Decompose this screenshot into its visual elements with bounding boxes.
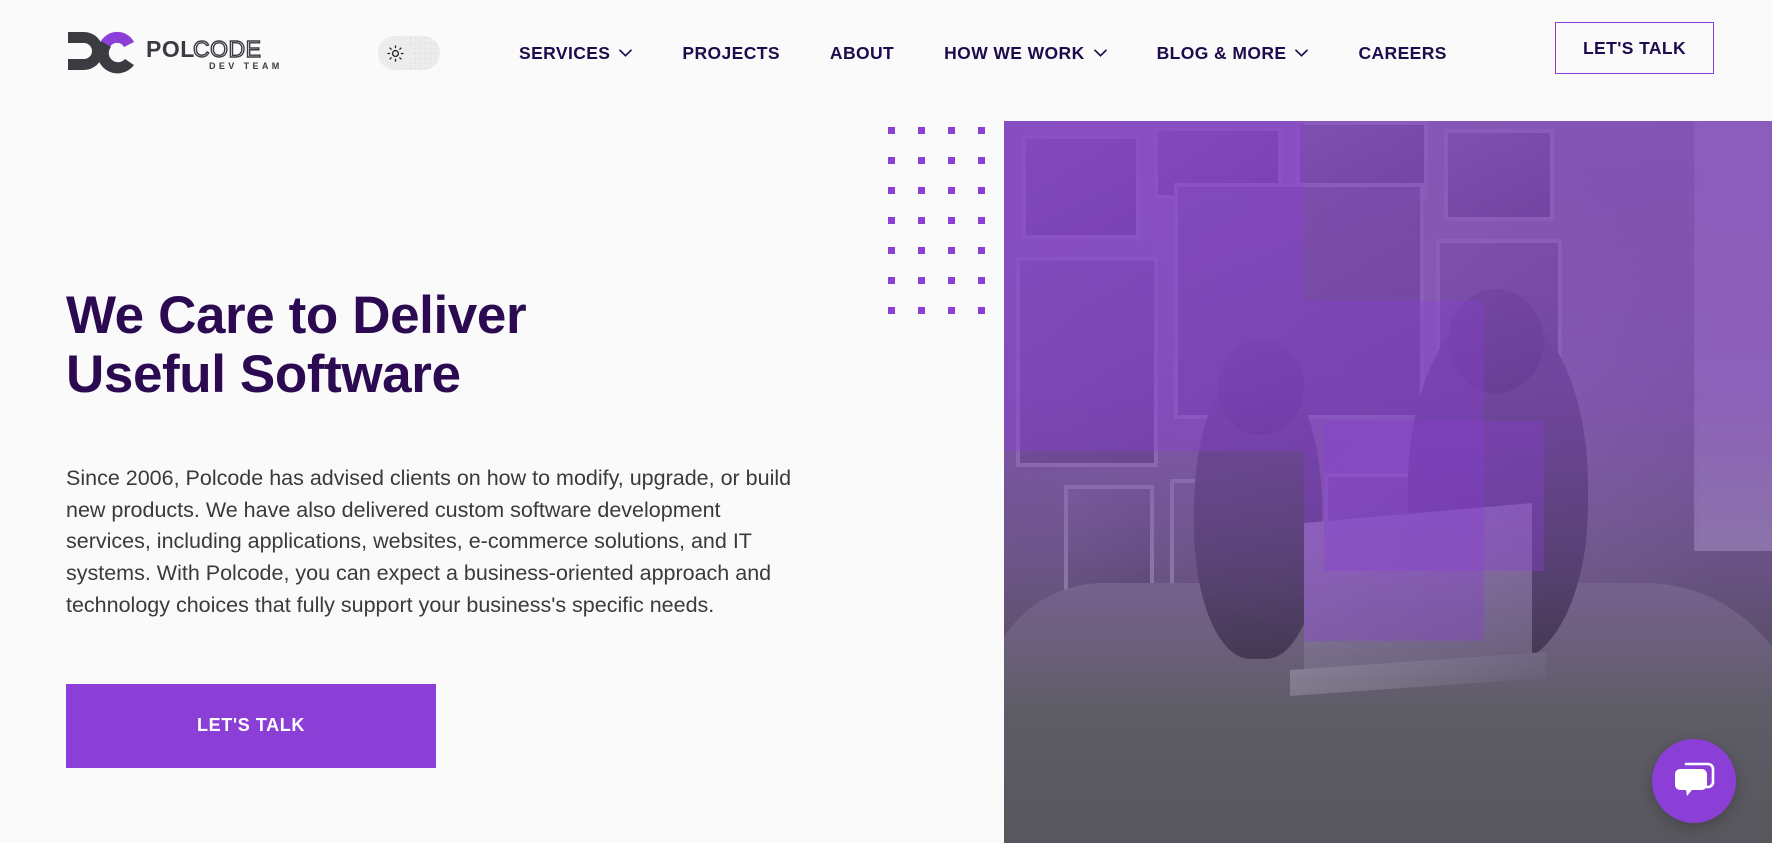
dot	[978, 277, 985, 284]
dot	[918, 217, 925, 224]
site-header: POL CODE DEV TEAM SERVICES PROJECTS ABOU…	[0, 0, 1772, 106]
dot	[948, 217, 955, 224]
hero-paragraph: Since 2006, Polcode has advised clients …	[66, 465, 792, 617]
nav-label-careers: CAREERS	[1358, 42, 1447, 63]
hero-overlay-block-1	[1004, 121, 1304, 451]
dot	[978, 307, 985, 314]
dot	[888, 277, 895, 284]
dot	[948, 157, 955, 164]
dot	[948, 307, 955, 314]
dot	[948, 187, 955, 194]
dot	[888, 187, 895, 194]
nav-item-about[interactable]: ABOUT	[805, 33, 919, 74]
nav-item-blog-and-more[interactable]: BLOG & MORE	[1132, 33, 1334, 74]
svg-text:CODE: CODE	[193, 36, 261, 62]
svg-text:POL: POL	[146, 36, 195, 62]
dot	[888, 157, 895, 164]
nav-label-services: SERVICES	[519, 42, 611, 63]
header-lets-talk-button[interactable]: LET'S TALK	[1555, 22, 1714, 74]
nav-label-about: ABOUT	[829, 42, 895, 63]
nav-label-how-we-work: HOW WE WORK	[944, 42, 1085, 63]
hero-lets-talk-button[interactable]: LET'S TALK	[66, 683, 436, 768]
main-navigation: SERVICES PROJECTS ABOUT HOW WE WORK BLOG…	[494, 33, 1472, 74]
chevron-down-icon	[1093, 49, 1107, 57]
hero-title-line-2: Useful Software	[66, 345, 461, 405]
chevron-down-icon	[619, 49, 633, 57]
dot	[978, 247, 985, 254]
svg-text:DEV TEAM: DEV TEAM	[209, 61, 283, 70]
dot	[978, 217, 985, 224]
sun-icon	[386, 44, 404, 62]
chat-bubble-icon	[1675, 762, 1715, 796]
polcode-logo-mark	[64, 28, 140, 78]
dot	[888, 247, 895, 254]
theme-mode-toggle[interactable]	[378, 36, 440, 70]
chevron-down-icon	[1295, 49, 1309, 57]
nav-item-careers[interactable]: CAREERS	[1333, 33, 1471, 74]
site-logo[interactable]: POL CODE DEV TEAM	[64, 25, 318, 81]
dot	[918, 307, 925, 314]
hero-overlay-block-3	[1324, 421, 1544, 571]
dot	[978, 187, 985, 194]
nav-label-projects: PROJECTS	[682, 42, 780, 63]
nav-item-projects[interactable]: PROJECTS	[657, 33, 805, 74]
dot	[978, 127, 985, 134]
dot	[918, 157, 925, 164]
nav-label-blog-and-more: BLOG & MORE	[1156, 42, 1287, 63]
hero-title: We Care to Deliver Useful Software	[66, 286, 926, 405]
dot	[918, 247, 925, 254]
hero-content: We Care to Deliver Useful Software Since…	[66, 106, 926, 768]
dot	[918, 127, 925, 134]
dot	[888, 307, 895, 314]
chat-widget-button[interactable]	[1652, 739, 1736, 823]
dot	[978, 157, 985, 164]
dot	[948, 277, 955, 284]
nav-item-how-we-work[interactable]: HOW WE WORK	[919, 33, 1132, 74]
hero-image	[1004, 121, 1772, 843]
hero-dot-grid-decoration	[888, 127, 986, 319]
dot	[948, 247, 955, 254]
dot	[918, 187, 925, 194]
nav-item-services[interactable]: SERVICES	[494, 33, 657, 74]
dot	[948, 127, 955, 134]
theme-toggle-knob	[378, 36, 412, 70]
dot	[888, 217, 895, 224]
dot	[888, 127, 895, 134]
dot	[918, 277, 925, 284]
polcode-wordmark: POL CODE DEV TEAM	[146, 36, 318, 70]
hero-title-line-1: We Care to Deliver	[66, 286, 527, 345]
